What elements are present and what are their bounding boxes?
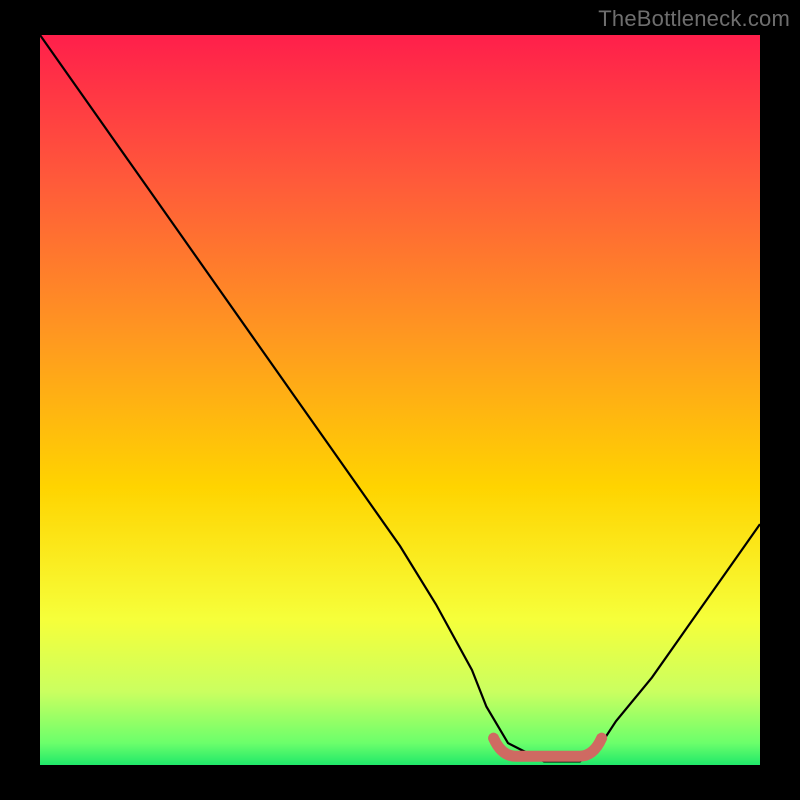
- plot-area: [40, 35, 760, 765]
- watermark-text: TheBottleneck.com: [598, 6, 790, 32]
- plot-svg: [40, 35, 760, 765]
- gradient-background: [40, 35, 760, 765]
- chart-frame: TheBottleneck.com: [0, 0, 800, 800]
